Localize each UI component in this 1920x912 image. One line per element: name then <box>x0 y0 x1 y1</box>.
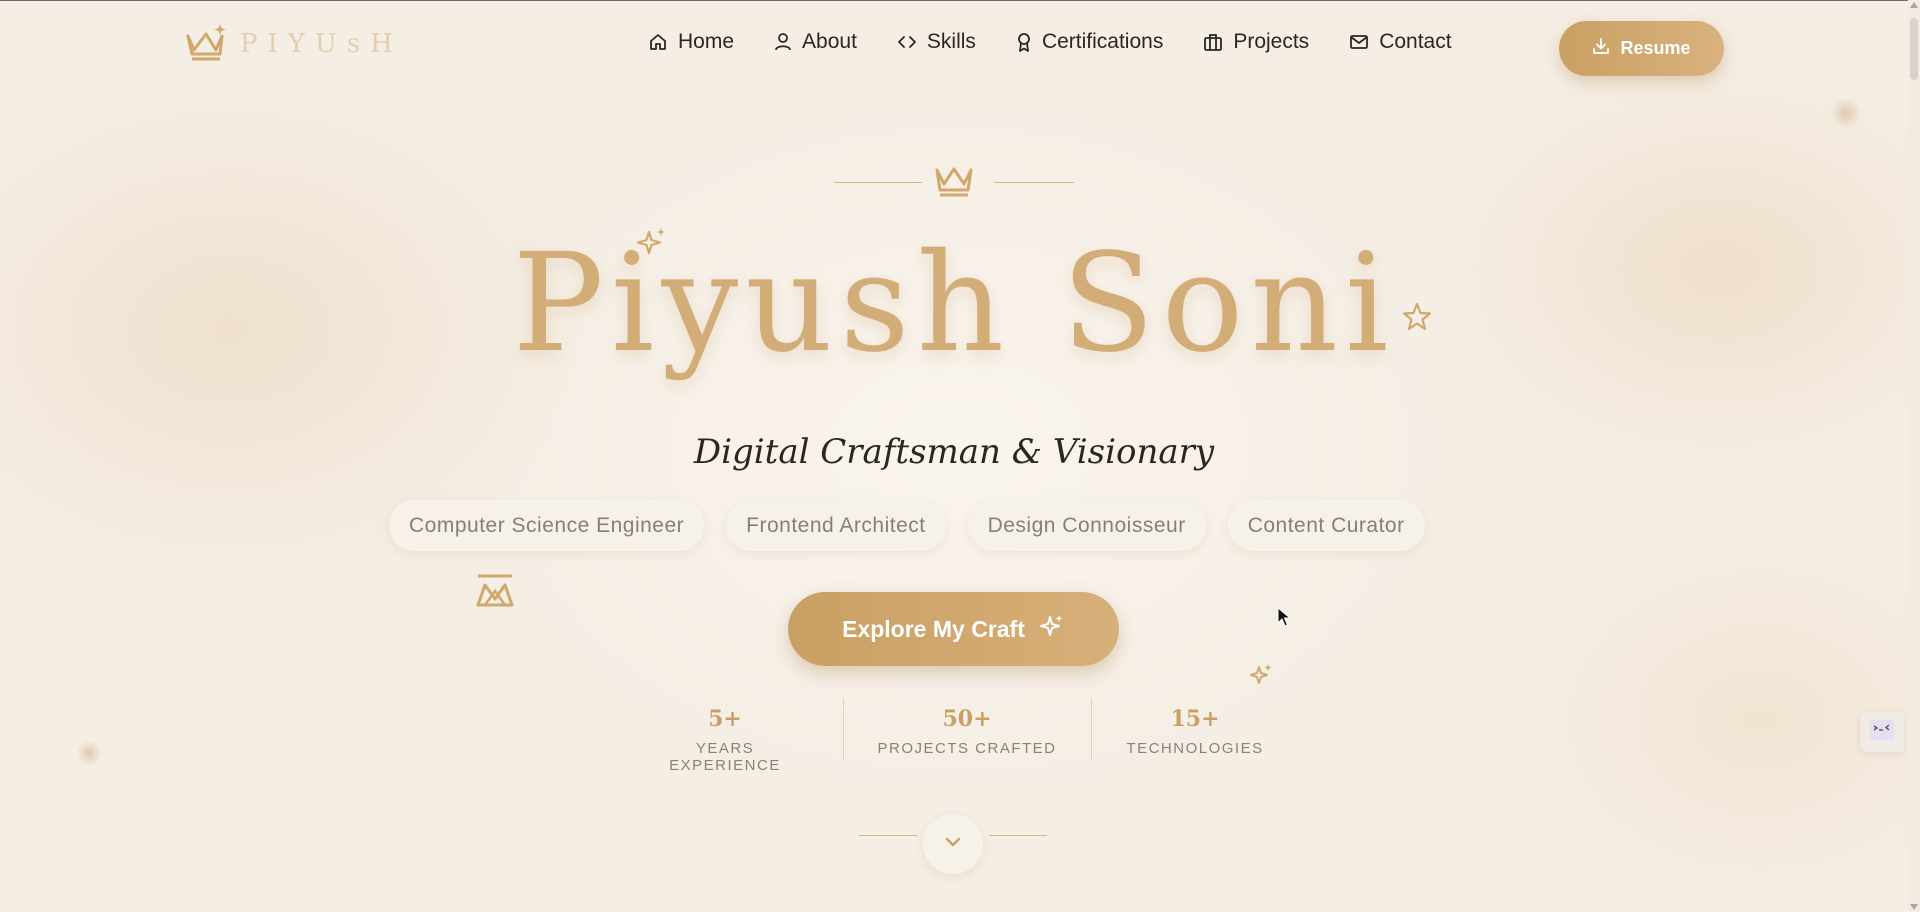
scroll-down-button[interactable] <box>923 814 983 874</box>
stat-value: 5+ <box>708 706 742 732</box>
nav-item-about[interactable]: About <box>774 30 857 54</box>
stat-value: 50+ <box>942 706 992 732</box>
code-icon <box>897 32 917 52</box>
page-scrollbar[interactable] <box>1908 0 1920 912</box>
scrollbar-thumb[interactable] <box>1910 18 1918 80</box>
logo-text: PIYUsH <box>240 29 403 59</box>
hero-tagline: Digital Craftsman & Visionary <box>693 432 1215 472</box>
explore-craft-button[interactable]: Explore My Craft <box>788 592 1119 666</box>
decorative-blob <box>76 740 102 766</box>
crown-sparkle-icon <box>184 22 228 66</box>
award-icon <box>1016 32 1032 52</box>
logo[interactable]: PIYUsH <box>184 22 403 66</box>
sparkles-icon <box>1248 662 1274 692</box>
stat-divider <box>843 698 844 760</box>
resume-button[interactable]: Resume <box>1559 21 1724 76</box>
stat-label: YEARS EXPERIENCE <box>669 740 781 774</box>
side-widget-button[interactable] <box>1860 712 1904 752</box>
mouse-cursor-icon <box>1277 606 1292 631</box>
nav-item-label: About <box>802 30 857 53</box>
stat-technologies: 15+ TECHNOLOGIES <box>1120 706 1270 757</box>
role-pills: Computer Science Engineer Frontend Archi… <box>389 500 1425 551</box>
explore-label: Explore My Craft <box>842 615 1025 642</box>
stat-label: TECHNOLOGIES <box>1126 740 1264 757</box>
divider-line <box>989 835 1047 836</box>
terminal-icon <box>1869 719 1895 745</box>
role-pill: Design Connoisseur <box>967 500 1206 551</box>
divider-line <box>859 835 917 836</box>
stat-projects-crafted: 50+ PROJECTS CRAFTED <box>872 706 1062 757</box>
nav-item-skills[interactable]: Skills <box>897 30 976 54</box>
role-pill: Frontend Architect <box>726 500 946 551</box>
stat-divider <box>1091 698 1092 760</box>
nav-item-home[interactable]: Home <box>648 30 734 54</box>
main-nav: Home About Skills Certifications Project… <box>648 30 1452 54</box>
role-pill: Computer Science Engineer <box>389 500 705 551</box>
download-icon <box>1592 37 1610 60</box>
stat-label: PROJECTS CRAFTED <box>877 740 1057 757</box>
user-icon <box>774 32 792 52</box>
stat-value: 15+ <box>1170 706 1220 732</box>
stat-years-experience: 5+ YEARS EXPERIENCE <box>640 706 810 774</box>
crown-outline-icon <box>475 573 515 613</box>
scroll-up-arrow[interactable] <box>1910 2 1918 8</box>
divider-line <box>834 182 922 183</box>
chevron-down-icon <box>943 832 963 856</box>
sparkles-icon <box>1039 613 1065 645</box>
home-icon <box>648 32 668 52</box>
briefcase-icon <box>1203 32 1223 52</box>
nav-item-label: Skills <box>926 30 976 53</box>
resume-label: Resume <box>1620 38 1691 58</box>
nav-item-contact[interactable]: Contact <box>1349 30 1452 54</box>
divider-line <box>994 182 1074 183</box>
nav-item-certifications[interactable]: Certifications <box>1016 30 1163 54</box>
nav-item-label: Home <box>678 30 735 53</box>
hero-name: Piyush Soni <box>512 225 1396 383</box>
top-border <box>0 0 1920 1</box>
scroll-down-arrow[interactable] <box>1910 904 1918 910</box>
mail-icon <box>1349 32 1369 52</box>
role-pill: Content Curator <box>1227 500 1425 551</box>
decorative-blob <box>1830 97 1862 129</box>
nav-item-label: Certifications <box>1041 30 1164 53</box>
crown-icon <box>934 164 974 202</box>
nav-item-projects[interactable]: Projects <box>1203 30 1309 54</box>
nav-item-label: Contact <box>1379 30 1452 53</box>
nav-item-label: Projects <box>1233 30 1310 53</box>
